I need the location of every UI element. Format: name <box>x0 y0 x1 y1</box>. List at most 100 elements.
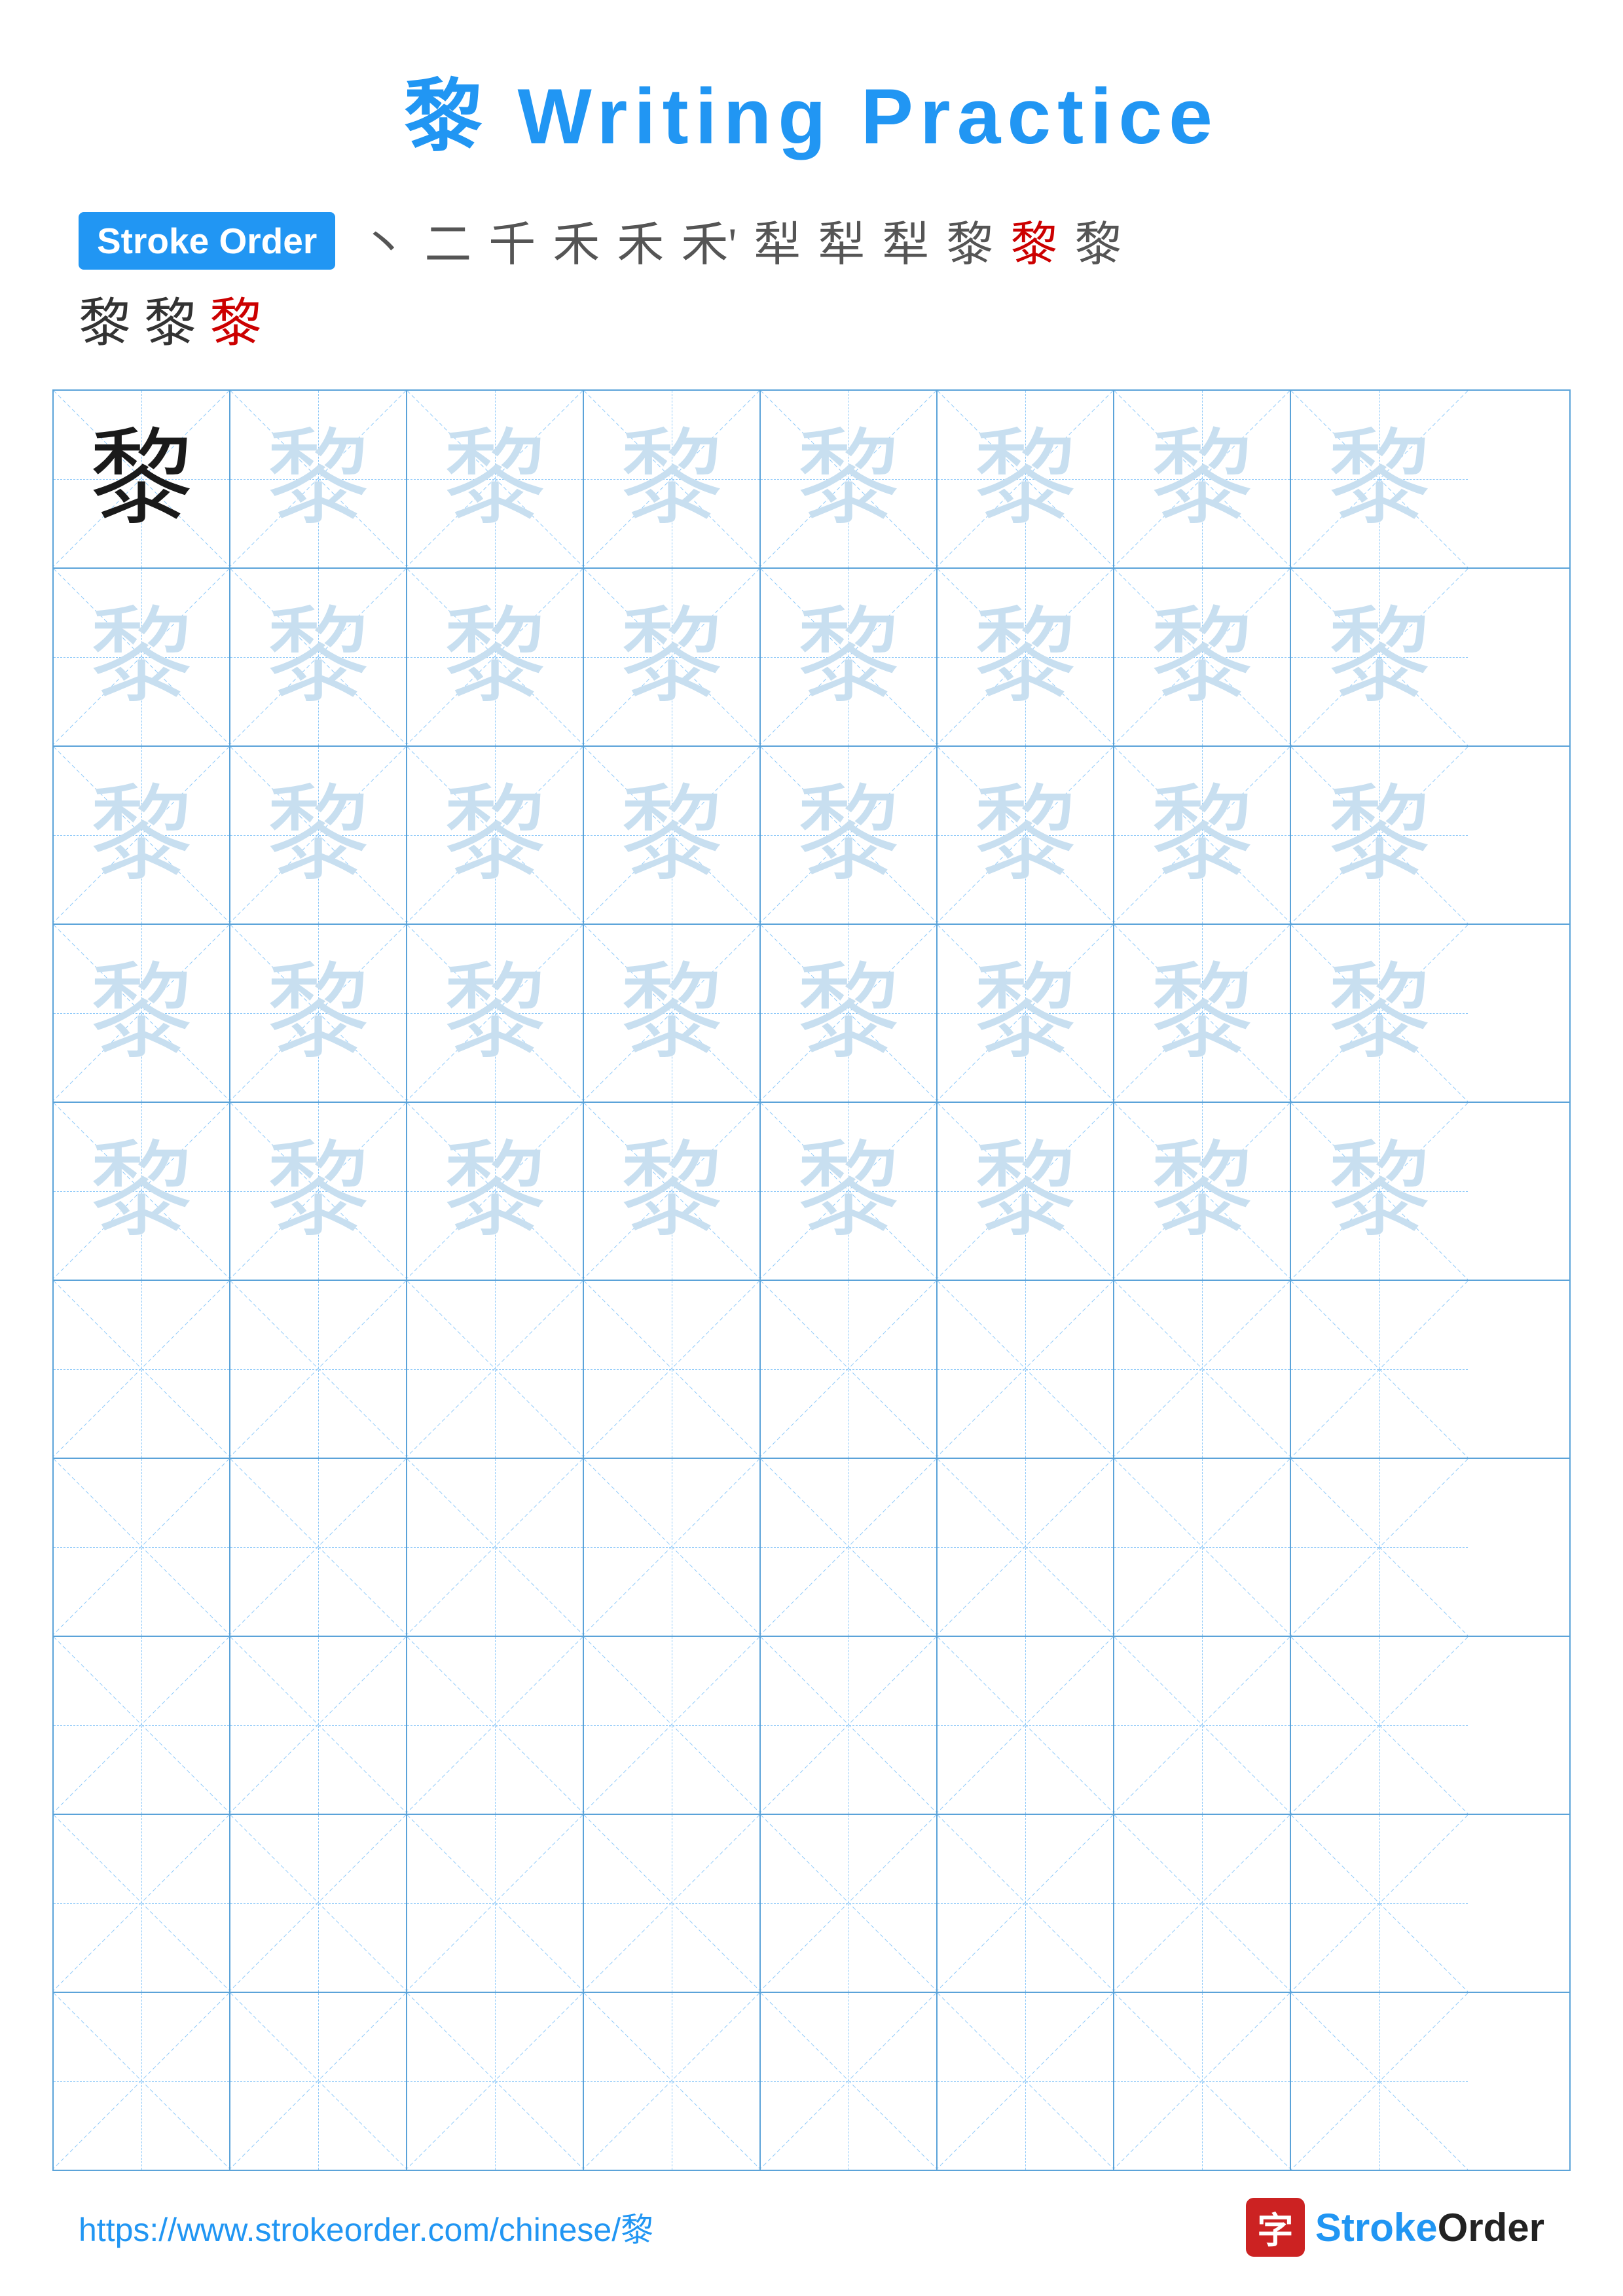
practice-char: 黎 <box>973 427 1078 531</box>
grid-row-6 <box>54 1281 1569 1459</box>
grid-cell: 黎 <box>1114 747 1291 924</box>
grid-cell: 黎 <box>761 569 938 745</box>
grid-cell-empty[interactable] <box>938 1637 1114 1814</box>
grid-cell-empty[interactable] <box>1291 1993 1468 2170</box>
stroke-row2: 黎 黎 黎 <box>0 274 1623 357</box>
grid-cell-empty[interactable] <box>54 1281 230 1458</box>
stroke-order-section: Stroke Order 丶 二 千 禾 禾 禾' 犁 犁 犁 黎 黎 黎 <box>0 166 1623 274</box>
grid-cell-empty[interactable] <box>938 1815 1114 1992</box>
grid-cell: 黎 <box>584 747 761 924</box>
practice-char: 黎 <box>796 783 901 888</box>
stroke-10: 黎 <box>941 206 998 274</box>
grid-cell-empty[interactable] <box>54 1459 230 1636</box>
practice-char: 黎 <box>1150 427 1254 531</box>
grid-cell: 黎 <box>54 391 230 567</box>
grid-cell: 黎 <box>584 925 761 1102</box>
grid-cell-empty[interactable] <box>407 1459 584 1636</box>
grid-cell-empty[interactable] <box>1114 1637 1291 1814</box>
practice-char: 黎 <box>266 783 371 888</box>
practice-char: 黎 <box>619 427 724 531</box>
grid-cell: 黎 <box>1114 925 1291 1102</box>
grid-cell: 黎 <box>1114 1103 1291 1280</box>
grid-cell-empty[interactable] <box>761 1281 938 1458</box>
grid-cell-empty[interactable] <box>761 1815 938 1992</box>
practice-char: 黎 <box>266 1139 371 1244</box>
grid-cell-empty[interactable] <box>584 1993 761 2170</box>
practice-char: 黎 <box>973 1139 1078 1244</box>
grid-cell-empty[interactable] <box>1114 1993 1291 2170</box>
grid-cell-empty[interactable] <box>230 1637 407 1814</box>
practice-char: 黎 <box>266 605 371 709</box>
stroke-sequence: 丶 二 千 禾 禾 禾' 犁 犁 犁 黎 黎 黎 <box>355 206 1127 274</box>
grid-cell-empty[interactable] <box>407 1993 584 2170</box>
grid-cell: 黎 <box>1114 569 1291 745</box>
practice-char: 黎 <box>796 961 901 1066</box>
practice-char: 黎 <box>1327 961 1432 1066</box>
practice-grid: 黎 黎 黎 黎 黎 黎 黎 <box>52 389 1571 2171</box>
grid-cell-empty[interactable] <box>54 1637 230 1814</box>
grid-row-4: 黎 黎 黎 黎 黎 黎 黎 黎 <box>54 925 1569 1103</box>
footer: https://www.strokeorder.com/chinese/黎 字 … <box>0 2198 1623 2257</box>
stroke-12: 黎 <box>1069 206 1127 274</box>
grid-cell-empty[interactable] <box>584 1815 761 1992</box>
grid-cell-empty[interactable] <box>230 1993 407 2170</box>
grid-cell-empty[interactable] <box>761 1637 938 1814</box>
grid-cell: 黎 <box>54 747 230 924</box>
grid-cell-empty[interactable] <box>407 1281 584 1458</box>
practice-char: 黎 <box>973 605 1078 709</box>
grid-cell-empty[interactable] <box>761 1459 938 1636</box>
grid-cell: 黎 <box>54 925 230 1102</box>
footer-logo-text: StrokeOrder <box>1315 2205 1544 2250</box>
grid-cell: 黎 <box>584 1103 761 1280</box>
practice-char: 黎 <box>973 783 1078 888</box>
stroke-2: 二 <box>419 206 477 274</box>
grid-cell-empty[interactable] <box>1114 1459 1291 1636</box>
practice-char: 黎 <box>89 783 194 888</box>
grid-cell-empty[interactable] <box>938 1993 1114 2170</box>
practice-char: 黎 <box>443 1139 547 1244</box>
grid-cell-empty[interactable] <box>230 1281 407 1458</box>
grid-cell: 黎 <box>1291 747 1468 924</box>
grid-cell: 黎 <box>407 391 584 567</box>
grid-cell: 黎 <box>1114 391 1291 567</box>
grid-row-1: 黎 黎 黎 黎 黎 黎 黎 <box>54 391 1569 569</box>
page-title: 黎 Writing Practice <box>0 0 1623 166</box>
grid-cell-empty[interactable] <box>1114 1281 1291 1458</box>
practice-char: 黎 <box>443 427 547 531</box>
grid-cell-empty[interactable] <box>1291 1281 1468 1458</box>
grid-cell: 黎 <box>54 1103 230 1280</box>
practice-char: 黎 <box>1327 783 1432 888</box>
grid-cell-empty[interactable] <box>1114 1815 1291 1992</box>
grid-cell: 黎 <box>938 391 1114 567</box>
grid-cell-empty[interactable] <box>938 1459 1114 1636</box>
grid-cell-empty[interactable] <box>1291 1815 1468 1992</box>
practice-char: 黎 <box>1327 1139 1432 1244</box>
footer-url-link[interactable]: https://www.strokeorder.com/chinese/黎 <box>79 2204 653 2251</box>
stroke-3: 千 <box>483 206 541 274</box>
practice-char: 黎 <box>1327 427 1432 531</box>
grid-cell-empty[interactable] <box>1291 1459 1468 1636</box>
footer-logo-icon: 字 <box>1246 2198 1305 2257</box>
stroke-11: 黎 <box>1005 206 1063 274</box>
grid-cell-empty[interactable] <box>230 1815 407 1992</box>
grid-cell: 黎 <box>938 569 1114 745</box>
stroke-order-badge: Stroke Order <box>79 212 335 270</box>
grid-cell-empty[interactable] <box>584 1281 761 1458</box>
grid-cell-empty[interactable] <box>584 1637 761 1814</box>
grid-cell-empty[interactable] <box>407 1637 584 1814</box>
grid-cell: 黎 <box>938 747 1114 924</box>
grid-cell-empty[interactable] <box>584 1459 761 1636</box>
grid-cell-empty[interactable] <box>54 1815 230 1992</box>
practice-char: 黎 <box>619 605 724 709</box>
grid-cell-empty[interactable] <box>761 1993 938 2170</box>
practice-char: 黎 <box>796 1139 901 1244</box>
grid-cell-empty[interactable] <box>938 1281 1114 1458</box>
grid-cell: 黎 <box>407 925 584 1102</box>
grid-cell-empty[interactable] <box>230 1459 407 1636</box>
grid-cell-empty[interactable] <box>407 1815 584 1992</box>
practice-char: 黎 <box>796 427 901 531</box>
grid-row-5: 黎 黎 黎 黎 黎 黎 黎 黎 <box>54 1103 1569 1281</box>
grid-cell-empty[interactable] <box>54 1993 230 2170</box>
practice-char: 黎 <box>1150 783 1254 888</box>
grid-cell-empty[interactable] <box>1291 1637 1468 1814</box>
